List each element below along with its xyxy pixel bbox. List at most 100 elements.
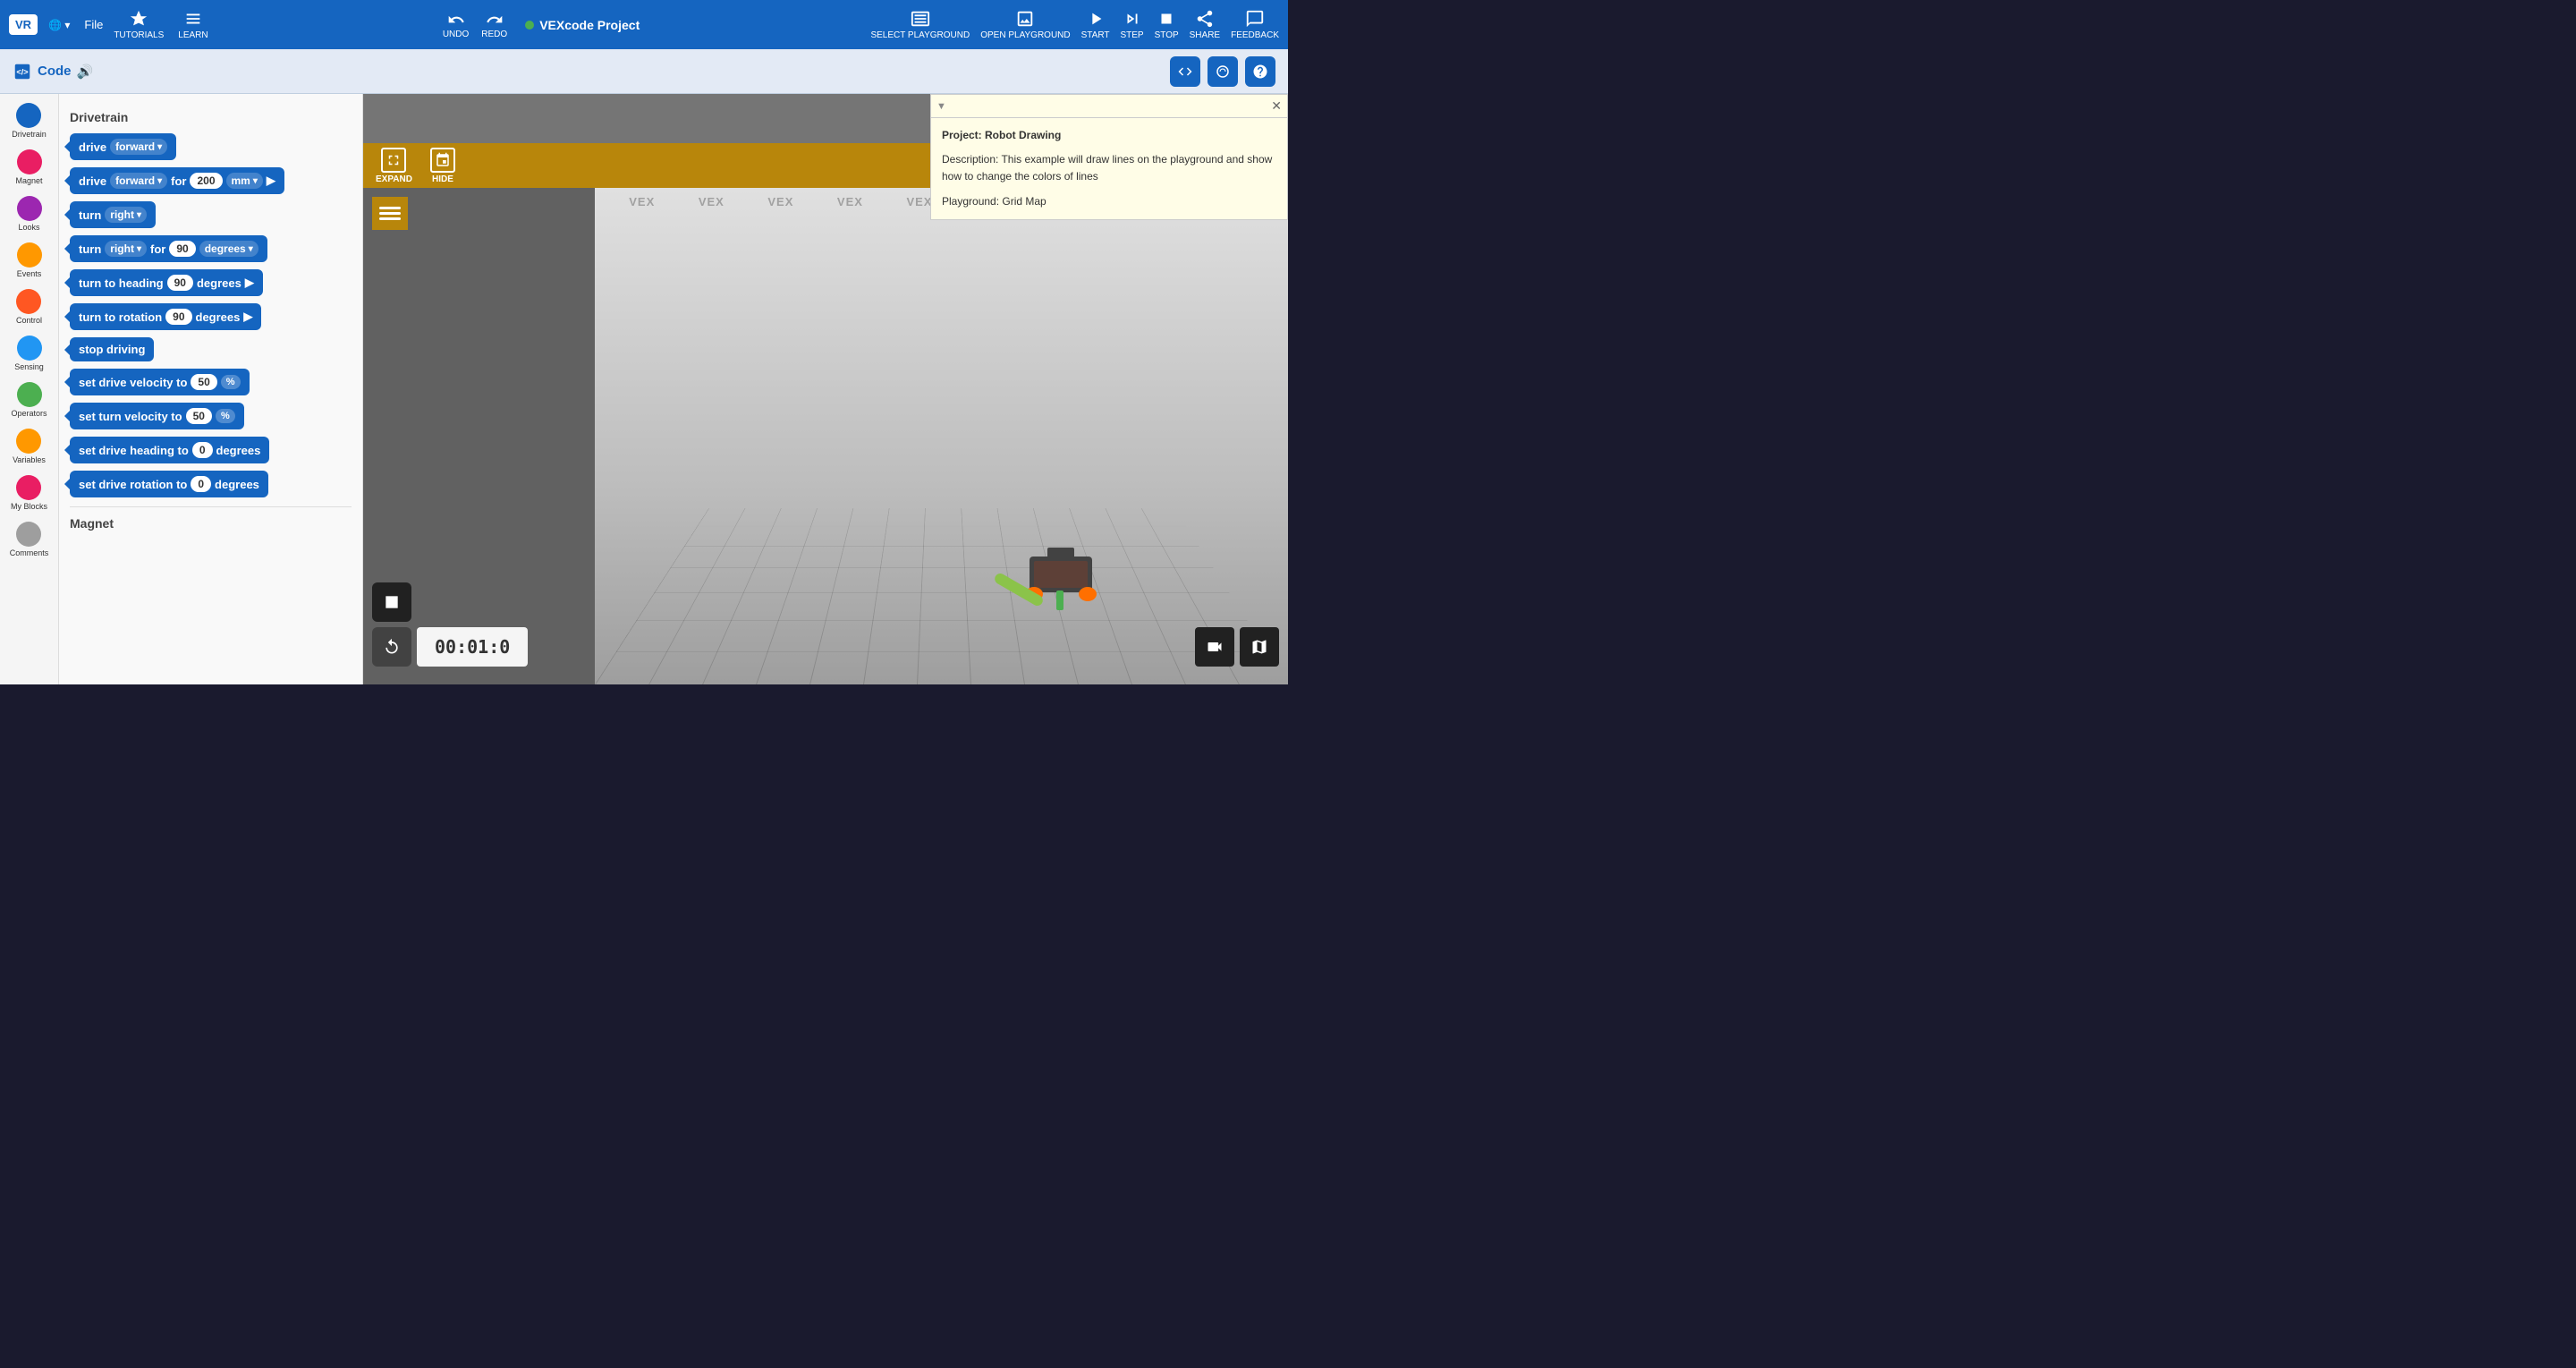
looks-label: Looks <box>18 223 39 232</box>
main-area: Drivetrain Magnet Looks Events Control S… <box>0 94 1288 684</box>
operators-dot <box>17 382 42 407</box>
block-turn-right-90[interactable]: turn right ▾ for 90 degrees ▾ <box>70 235 267 262</box>
redo-button[interactable]: REDO <box>481 11 507 39</box>
operators-label: Operators <box>11 409 47 418</box>
hamburger-menu[interactable] <box>372 197 408 230</box>
my-blocks-dot <box>16 475 41 500</box>
block-turn-to-heading[interactable]: turn to heading 90 degrees ▶ <box>70 269 263 296</box>
category-sensing[interactable]: Sensing <box>14 336 44 371</box>
my-blocks-label: My Blocks <box>11 502 47 511</box>
feedback-button[interactable]: FEEDBACK <box>1231 9 1279 40</box>
globe-button[interactable]: 🌐 ▾ <box>48 19 70 31</box>
info-popup-content: Project: Robot Drawing Description: This… <box>931 118 1287 219</box>
vex-label-2: VEX <box>699 195 724 208</box>
category-my-blocks[interactable]: My Blocks <box>11 475 47 511</box>
category-magnet[interactable]: Magnet <box>15 149 42 185</box>
learn-button[interactable]: LEARN <box>178 9 208 40</box>
map-button[interactable] <box>1240 627 1279 667</box>
category-control[interactable]: Control <box>16 289 42 325</box>
magnet-dot <box>17 149 42 174</box>
vex-label-5: VEX <box>906 195 932 208</box>
drivetrain-dot <box>16 103 41 128</box>
block-row-turn-right: turn right ▾ <box>70 201 352 228</box>
block-row-turn-to-rotation: turn to rotation 90 degrees ▶ <box>70 303 352 330</box>
category-looks[interactable]: Looks <box>17 196 42 232</box>
comments-dot <box>16 522 41 547</box>
camera-button[interactable] <box>1195 627 1234 667</box>
block-row-set-drive-rotation: set drive rotation to 0 degrees <box>70 471 352 497</box>
vex-label-1: VEX <box>629 195 655 208</box>
vex-label-4: VEX <box>837 195 863 208</box>
block-row-set-drive-velocity: set drive velocity to 50 % <box>70 369 352 395</box>
toolbar-right: SELECT PLAYGROUND OPEN PLAYGROUND START … <box>870 9 1279 40</box>
tutorials-button[interactable]: TUTORIALS <box>114 9 164 40</box>
help-button[interactable] <box>1245 56 1275 87</box>
block-row-set-drive-heading: set drive heading to 0 degrees <box>70 437 352 463</box>
code-header: </> Code 🔊 <box>0 49 1288 94</box>
toolbar-center: UNDO REDO VEXcode Project <box>219 11 864 39</box>
variables-dot <box>16 429 41 454</box>
category-events[interactable]: Events <box>17 242 42 278</box>
block-set-turn-velocity[interactable]: set turn velocity to 50 % <box>70 403 244 429</box>
info-popup: ▼ ✕ Project: Robot Drawing Description: … <box>930 94 1288 220</box>
3d-grid <box>595 508 1289 684</box>
vex-label-3: VEX <box>767 195 793 208</box>
block-turn-right[interactable]: turn right ▾ <box>70 201 156 228</box>
bottom-right-controls <box>1195 627 1279 667</box>
block-drive-forward[interactable]: drive forward ▾ <box>70 133 176 160</box>
control-dot <box>16 289 41 314</box>
project-status-dot <box>525 21 534 30</box>
start-button[interactable]: START <box>1081 9 1110 40</box>
category-drivetrain[interactable]: Drivetrain <box>12 103 47 139</box>
info-description: Description: This example will draw line… <box>942 151 1276 185</box>
sound-icon[interactable]: 🔊 <box>77 64 94 80</box>
share-button[interactable]: SHARE <box>1190 9 1220 40</box>
undo-button[interactable]: UNDO <box>443 11 469 39</box>
stop-button[interactable]: STOP <box>1155 9 1179 40</box>
vr-logo[interactable]: VR <box>9 14 38 35</box>
hamburger-line-1 <box>379 207 401 209</box>
reset-button[interactable] <box>372 627 411 667</box>
step-button[interactable]: STEP <box>1120 9 1143 40</box>
project-title: VEXcode Project <box>525 18 640 32</box>
block-set-drive-heading[interactable]: set drive heading to 0 degrees <box>70 437 269 463</box>
info-playground: Playground: Grid Map <box>942 193 1276 210</box>
file-menu[interactable]: File <box>84 18 103 31</box>
block-drive-forward-200[interactable]: drive forward ▾ for 200 mm ▾ ▶ <box>70 167 284 194</box>
events-label: Events <box>17 269 42 278</box>
select-playground-button[interactable]: SELECT PLAYGROUND <box>870 9 970 40</box>
block-set-drive-rotation[interactable]: set drive rotation to 0 degrees <box>70 471 268 497</box>
control-label: Control <box>16 316 42 325</box>
workspace[interactable]: when started The pen set to "DOWN" will … <box>363 94 1288 684</box>
stop-sim-button[interactable] <box>372 582 411 622</box>
toolbar: VR 🌐 ▾ File TUTORIALS LEARN UNDO REDO VE… <box>0 0 1288 49</box>
bottom-controls <box>372 582 411 667</box>
svg-text:</>: </> <box>16 67 28 76</box>
expand-button[interactable]: EXPAND <box>376 148 412 184</box>
hamburger-line-2 <box>379 212 401 215</box>
block-row-drive-forward: drive forward ▾ <box>70 133 352 160</box>
info-popup-header: ▼ ✕ <box>931 95 1287 118</box>
category-operators[interactable]: Operators <box>11 382 47 418</box>
br-top-row <box>1195 627 1279 667</box>
block-set-drive-velocity[interactable]: set drive velocity to 50 % <box>70 369 250 395</box>
block-turn-to-rotation[interactable]: turn to rotation 90 degrees ▶ <box>70 303 261 330</box>
category-variables[interactable]: Variables <box>13 429 46 464</box>
hide-button[interactable]: HIDE <box>430 148 455 184</box>
block-stop-driving[interactable]: stop driving <box>70 337 154 361</box>
brain-button[interactable] <box>1208 56 1238 87</box>
code-view-button[interactable] <box>1170 56 1200 87</box>
open-playground-button[interactable]: OPEN PLAYGROUND <box>980 9 1070 40</box>
drivetrain-section-title: Drivetrain <box>70 110 352 124</box>
block-row-set-turn-velocity: set turn velocity to 50 % <box>70 403 352 429</box>
comments-label: Comments <box>10 548 49 557</box>
code-tab[interactable]: </> Code 🔊 <box>13 62 93 81</box>
category-comments[interactable]: Comments <box>10 522 49 557</box>
block-row-stop-driving: stop driving <box>70 337 352 361</box>
hamburger-line-3 <box>379 217 401 220</box>
categories-sidebar: Drivetrain Magnet Looks Events Control S… <box>0 94 59 684</box>
info-popup-close[interactable]: ✕ <box>1271 98 1282 114</box>
sensing-dot <box>17 336 42 361</box>
info-title: Project: Robot Drawing <box>942 127 1276 144</box>
block-row-turn-right-90: turn right ▾ for 90 degrees ▾ <box>70 235 352 262</box>
